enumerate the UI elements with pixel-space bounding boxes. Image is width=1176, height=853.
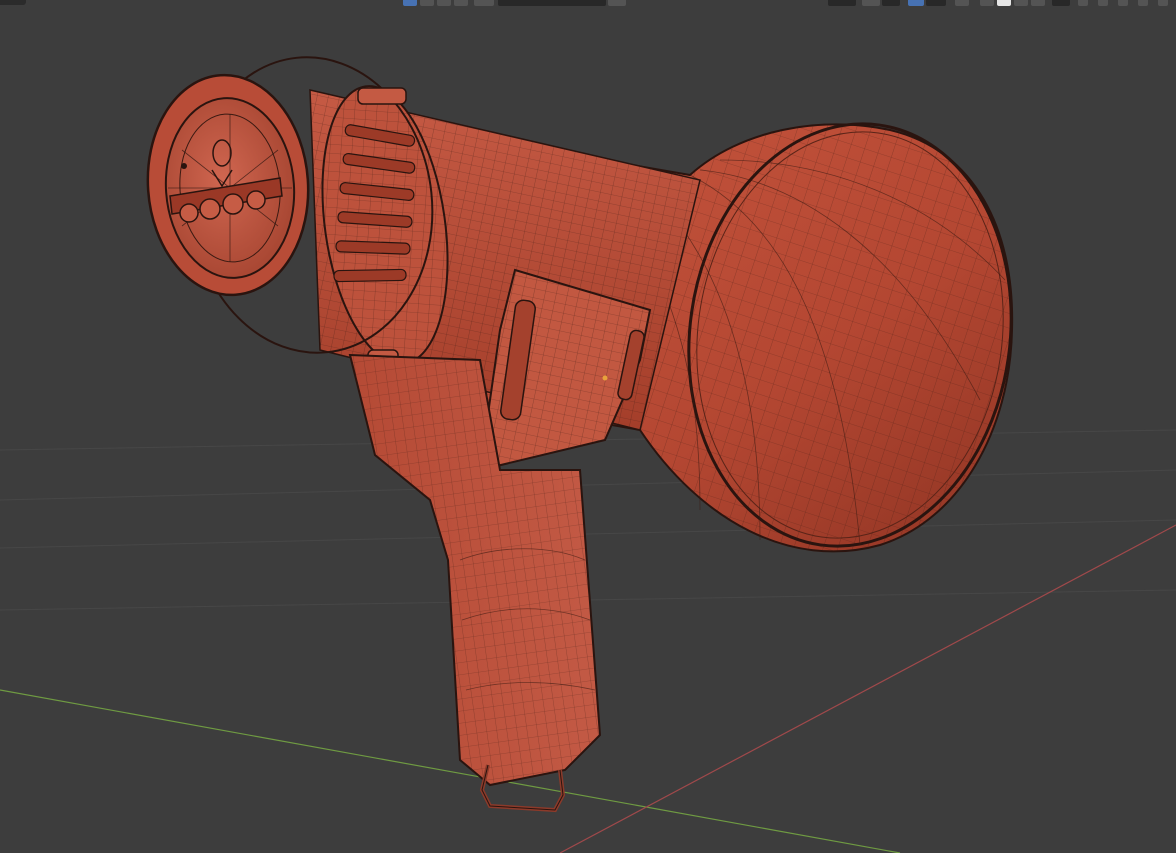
y-axis-line [559,524,1176,853]
transform-orientation-icon[interactable] [828,0,856,6]
proportional-falloff-dropdown[interactable] [926,0,946,6]
close-icon[interactable] [1098,0,1108,6]
close-icon[interactable] [1158,0,1168,6]
close-icon[interactable] [1118,0,1128,6]
solid-shading-icon[interactable] [997,0,1011,6]
mesh-select-icon[interactable] [474,0,494,6]
3d-viewport[interactable] [0,0,1176,853]
top-button [357,87,407,105]
viewport-canvas[interactable] [0,0,1176,853]
gizmo-icon[interactable] [454,0,468,6]
snap-target-dropdown[interactable] [882,0,900,6]
close-icon[interactable] [1138,0,1148,6]
view-dropdown[interactable] [498,0,606,6]
xray-icon[interactable] [955,0,969,6]
shading-options-icon[interactable] [1052,0,1070,6]
viewport-header [0,0,1176,7]
proportional-edit-icon[interactable] [908,0,924,6]
overlay-icon[interactable] [437,0,451,6]
front-face [146,73,310,297]
rendered-shading-icon[interactable] [1031,0,1045,6]
select-box-icon[interactable] [403,0,417,6]
material-shading-icon[interactable] [1014,0,1028,6]
x-axis-line [0,689,901,853]
origin-marker [602,375,608,381]
snap-icon[interactable] [862,0,880,6]
chevron-down-icon[interactable] [608,0,626,6]
viewport-shading-icon[interactable] [420,0,434,6]
scene-icon[interactable] [1078,0,1088,6]
wireframe-shading-icon[interactable] [980,0,994,6]
face-screw [181,163,187,169]
editor-type-menu[interactable] [0,0,26,5]
